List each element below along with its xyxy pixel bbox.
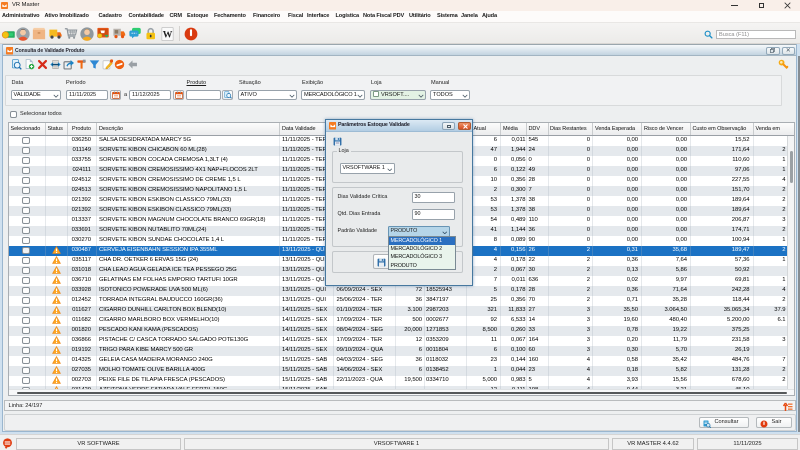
svg-text:W: W [162, 29, 172, 40]
